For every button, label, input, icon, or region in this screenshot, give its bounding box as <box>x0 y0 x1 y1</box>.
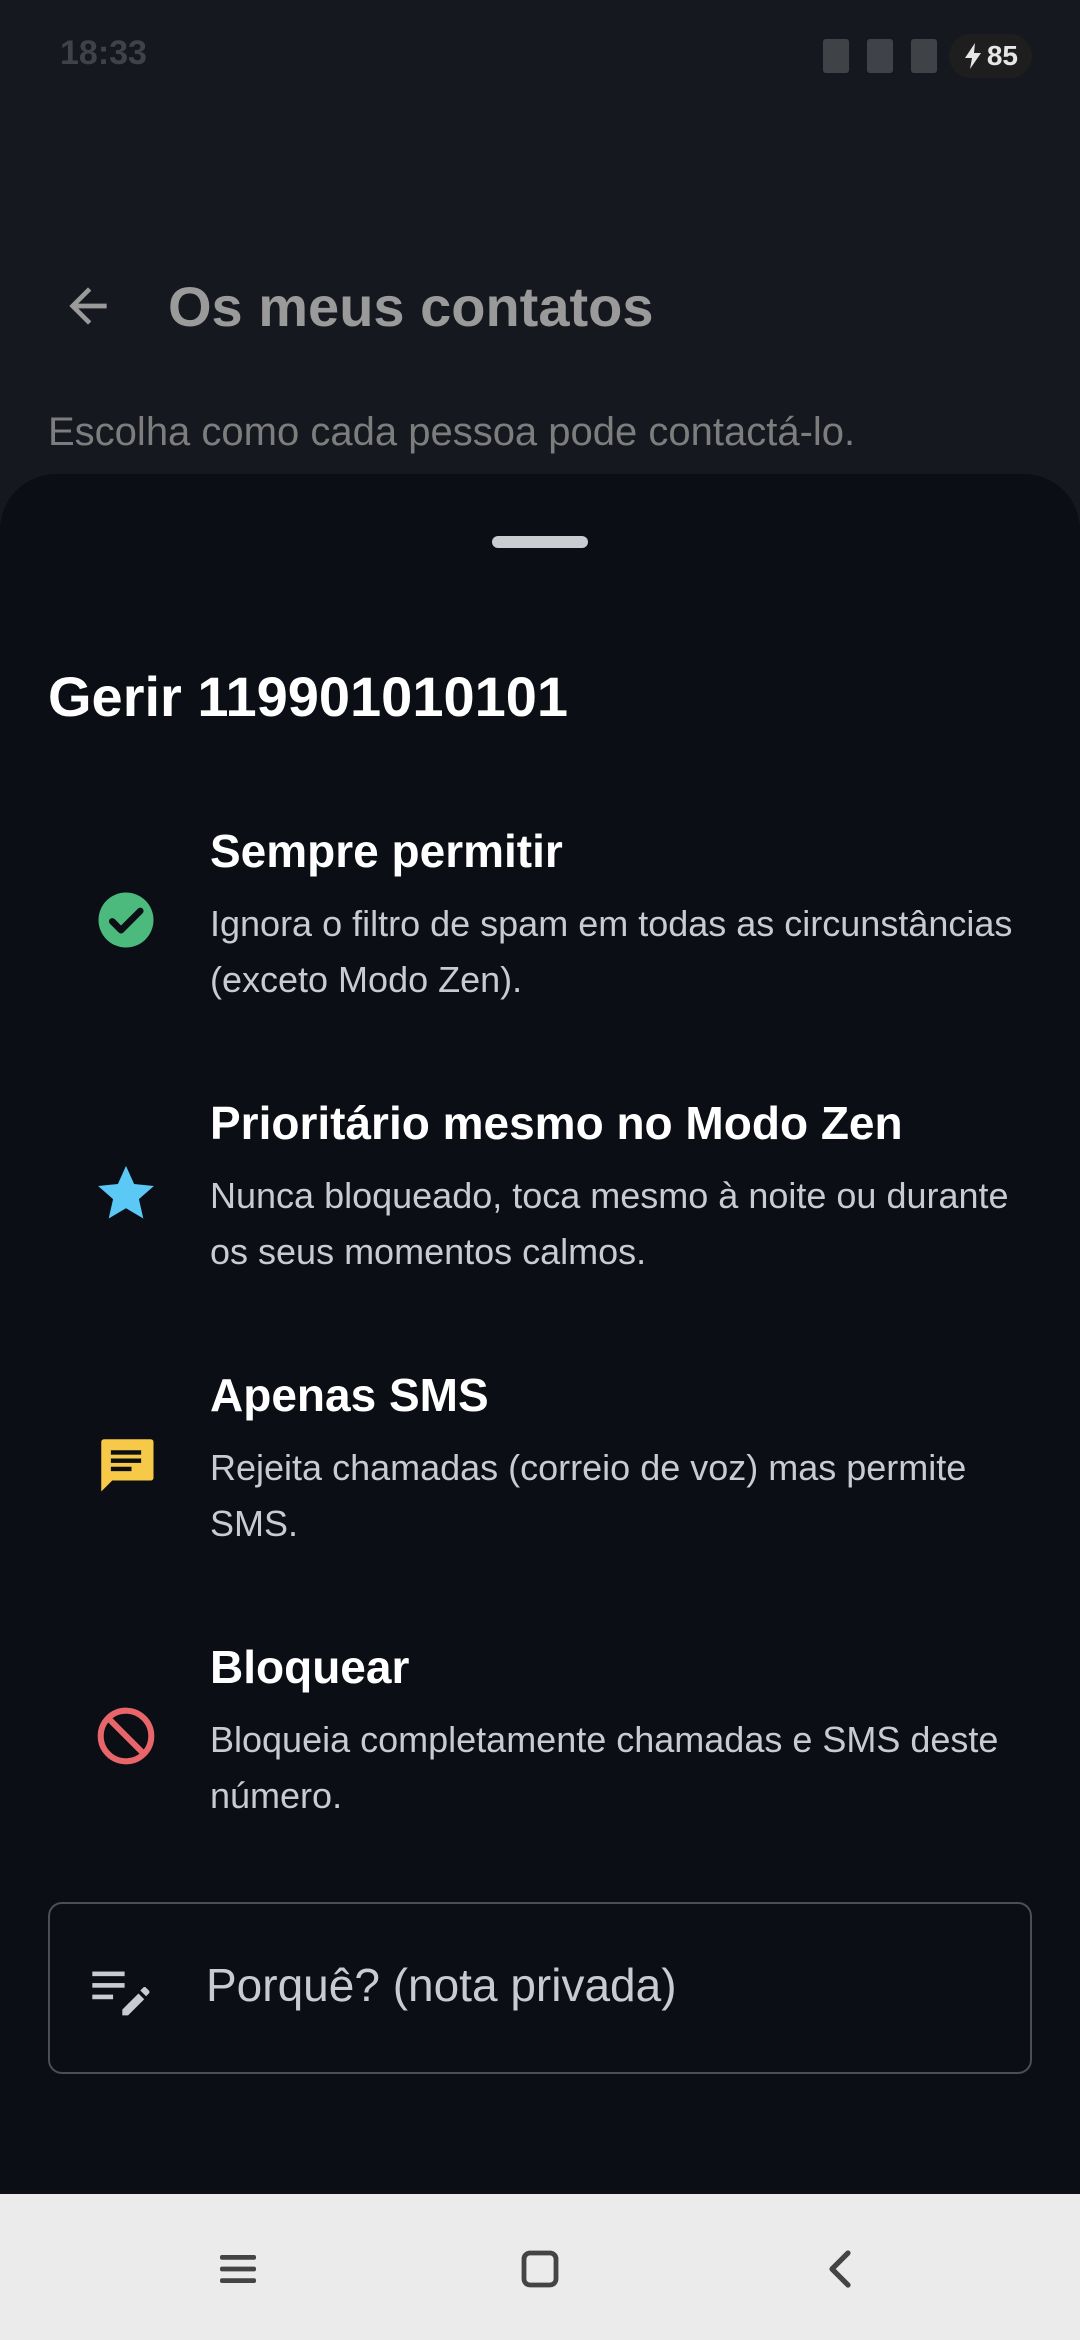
block-icon <box>90 1700 162 1772</box>
signal-icons <box>822 39 937 73</box>
menu-icon <box>220 2255 256 2283</box>
option-title: Prioritário mesmo no Modo Zen <box>210 1097 903 1149</box>
option-block[interactable]: Bloquear Bloqueia completamente chamadas… <box>0 1640 1080 1870</box>
back-button[interactable] <box>52 270 124 342</box>
option-description: Rejeita chamadas (correio de voz) mas pe… <box>210 1447 967 1544</box>
screen: 18:33 85 Os meus contatos Escolha como c… <box>0 0 1080 2340</box>
option-description: Ignora o filtro de spam em todas as circ… <box>210 903 1013 1000</box>
battery-level: 85 <box>986 40 1018 71</box>
edit-note-icon <box>90 1962 150 2018</box>
option-title: Bloquear <box>210 1641 410 1693</box>
drag-handle[interactable] <box>492 536 588 548</box>
back-chevron-icon <box>829 2250 851 2288</box>
option-title: Apenas SMS <box>210 1369 489 1421</box>
private-note-field[interactable]: Porquê? (nota privada) <box>48 1902 1032 2074</box>
note-placeholder: Porquê? (nota privada) <box>206 1959 677 2011</box>
status-bar: 18:33 85 <box>0 0 1080 110</box>
status-left: 18:33 <box>60 34 147 73</box>
page-subtitle: Escolha como cada pessoa pode contactá-l… <box>48 410 856 454</box>
sheet-title: Gerir 119901010101 <box>48 665 569 728</box>
nav-back-button[interactable] <box>807 2234 877 2304</box>
option-sms-only[interactable]: Apenas SMS Rejeita chamadas (correio de … <box>0 1368 1080 1598</box>
battery-indicator: 85 <box>948 34 1032 78</box>
manage-contact-sheet: Gerir 119901010101 Sempre permitir Ignor… <box>0 474 1080 2194</box>
status-right: 85 <box>822 34 1032 78</box>
option-description: Bloqueia completamente chamadas e SMS de… <box>210 1719 999 1816</box>
app-header: Os meus contatos <box>0 250 1080 360</box>
check-circle-icon <box>90 884 162 956</box>
status-time: 18:33 <box>60 34 147 72</box>
star-icon <box>90 1156 162 1228</box>
option-description: Nunca bloqueado, toca mesmo à noite ou d… <box>210 1175 1009 1272</box>
option-always-allow[interactable]: Sempre permitir Ignora o filtro de spam … <box>0 824 1080 1054</box>
page-title: Os meus contatos <box>168 275 654 338</box>
menu-button[interactable] <box>203 2234 273 2304</box>
message-icon <box>90 1428 162 1500</box>
home-square-icon <box>521 2250 559 2288</box>
system-nav-bar <box>0 2194 1080 2340</box>
arrow-back-icon <box>69 287 107 325</box>
option-priority-zen[interactable]: Prioritário mesmo no Modo Zen Nunca bloq… <box>0 1096 1080 1326</box>
option-title: Sempre permitir <box>210 825 563 877</box>
charging-bolt-icon <box>964 43 981 69</box>
home-button[interactable] <box>505 2234 575 2304</box>
